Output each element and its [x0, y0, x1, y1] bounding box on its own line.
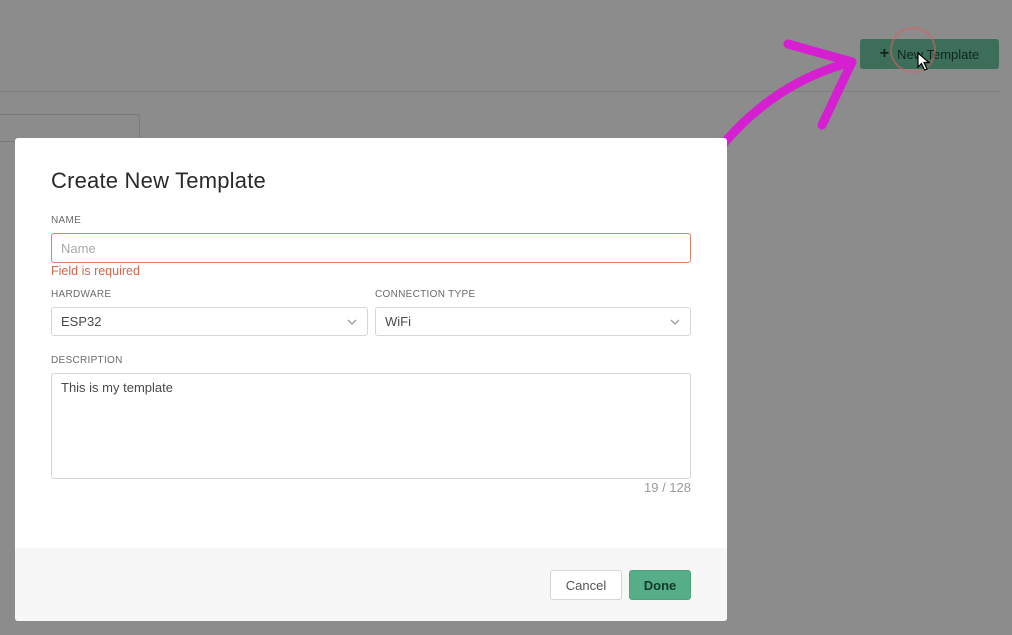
create-template-modal: Create New Template NAME Field is requir… [15, 138, 727, 621]
modal-title: Create New Template [51, 168, 266, 193]
description-textarea[interactable]: This is my template [51, 373, 691, 479]
name-input[interactable] [51, 233, 691, 263]
name-label: NAME [51, 215, 82, 226]
header-divider [0, 91, 1000, 92]
new-template-button-label: New Template [897, 46, 980, 62]
new-template-button[interactable]: + New Template [860, 39, 999, 69]
character-counter: 19 / 128 [644, 480, 691, 495]
description-label: DESCRIPTION [51, 355, 123, 366]
modal-footer: Cancel Done [15, 548, 727, 621]
name-error-message: Field is required [51, 264, 140, 278]
chevron-down-icon [670, 319, 680, 325]
hardware-select-value: ESP32 [61, 314, 102, 329]
done-button[interactable]: Done [629, 570, 691, 600]
plus-icon: + [879, 45, 890, 62]
cancel-button[interactable]: Cancel [550, 570, 622, 600]
connection-type-label: CONNECTION TYPE [375, 289, 476, 300]
connection-type-select[interactable]: WiFi [375, 307, 691, 336]
chevron-down-icon [347, 319, 357, 325]
hardware-label: HARDWARE [51, 289, 112, 300]
hardware-select[interactable]: ESP32 [51, 307, 368, 336]
connection-type-select-value: WiFi [385, 314, 411, 329]
